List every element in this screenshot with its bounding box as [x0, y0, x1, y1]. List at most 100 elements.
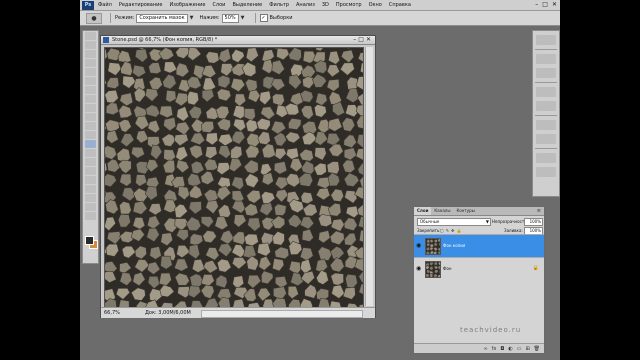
- layers-panel-footer: ∞ fx ◘ ◐ ▭ ⊞ 🗑: [414, 343, 544, 353]
- zoom-tool-icon[interactable]: [85, 212, 96, 220]
- document-size[interactable]: Док: 3,00M/6,00M: [145, 310, 191, 316]
- watermark: teachvideo.ru: [460, 326, 522, 334]
- divider: [535, 82, 557, 83]
- link-layers-icon[interactable]: ∞: [483, 346, 487, 352]
- sample-label: Выборки: [269, 15, 293, 21]
- layer-row[interactable]: ◉ Фон 🔒: [414, 257, 544, 280]
- blur-tool-icon[interactable]: [85, 140, 96, 148]
- layers-panel-icon[interactable]: [536, 153, 556, 163]
- pen-tool-icon[interactable]: [85, 158, 96, 166]
- color-panel-icon[interactable]: [536, 54, 556, 64]
- menu-analysis[interactable]: Анализ: [296, 2, 315, 8]
- brush-tool-icon[interactable]: [85, 95, 96, 103]
- lock-row: Закрепить: ▢✎✥🔒 Заливка: 100%: [414, 225, 544, 235]
- divider: [110, 13, 111, 23]
- menu-layers[interactable]: Слои: [212, 2, 225, 8]
- shape-tool-icon[interactable]: [85, 185, 96, 193]
- photoshop-window: Ps Файл Редактирование Изображение Слои …: [80, 0, 560, 360]
- layer-thumbnail: [425, 238, 441, 255]
- adjustment-layer-icon[interactable]: ◐: [508, 346, 512, 352]
- tools-preset-icon[interactable]: [536, 35, 556, 45]
- menu-view[interactable]: Просмотр: [336, 2, 362, 8]
- new-layer-icon[interactable]: ⊞: [525, 346, 529, 352]
- document-icon: [103, 37, 109, 43]
- divider: [535, 49, 557, 50]
- eyedropper-tool-icon[interactable]: [85, 77, 96, 85]
- dodge-tool-icon[interactable]: [85, 149, 96, 157]
- 3d-rotate-tool-icon[interactable]: [85, 194, 96, 202]
- horizontal-scrollbar[interactable]: [201, 310, 363, 318]
- foreground-color-swatch[interactable]: [85, 236, 94, 245]
- history-panel-icon[interactable]: [536, 120, 556, 130]
- vertical-scrollbar[interactable]: [365, 47, 373, 306]
- lasso-tool-icon[interactable]: [85, 50, 96, 58]
- image-canvas[interactable]: [104, 47, 364, 308]
- document-titlebar[interactable]: Stone.psd @ 66,7% (Фон копия, RGB/8) * –…: [101, 36, 375, 45]
- lock-icon: 🔒: [532, 265, 539, 271]
- mode-dropdown[interactable]: Сохранить мазок: [136, 13, 188, 23]
- photoshop-logo: Ps: [82, 0, 94, 10]
- chevron-down-icon[interactable]: ▼: [190, 15, 194, 21]
- blend-mode-value: Обычные: [420, 219, 440, 224]
- channels-panel-icon[interactable]: [536, 167, 556, 177]
- eye-icon[interactable]: ◉: [416, 265, 421, 272]
- layer-name: Фон: [443, 266, 452, 271]
- type-tool-icon[interactable]: [85, 167, 96, 175]
- eraser-tool-icon[interactable]: [85, 122, 96, 130]
- delete-layer-icon[interactable]: 🗑: [534, 346, 540, 352]
- sample-checkbox[interactable]: ✓: [259, 14, 268, 22]
- layer-style-icon[interactable]: fx: [492, 346, 497, 352]
- document-window-controls[interactable]: –□✕: [353, 36, 373, 44]
- layer-thumbnail: [425, 261, 441, 278]
- masks-panel-icon[interactable]: [536, 101, 556, 111]
- tab-layers[interactable]: Слои: [414, 207, 432, 215]
- actions-panel-icon[interactable]: [536, 134, 556, 144]
- chevron-down-icon[interactable]: ▼: [241, 15, 245, 21]
- collapsed-panels-dock: [532, 30, 560, 197]
- healing-brush-tool-icon[interactable]: [85, 86, 96, 94]
- menu-select[interactable]: Выделение: [232, 2, 262, 8]
- crop-tool-icon[interactable]: [85, 68, 96, 76]
- pressure-label: Нажим:: [199, 15, 220, 21]
- panel-menu-icon[interactable]: ≡: [537, 207, 544, 215]
- eye-icon[interactable]: ◉: [416, 242, 421, 249]
- new-group-icon[interactable]: ▭: [517, 346, 522, 352]
- adjustments-panel-icon[interactable]: [536, 87, 556, 97]
- hand-tool-icon[interactable]: [85, 203, 96, 211]
- lock-buttons[interactable]: ▢✎✥🔒: [440, 227, 463, 234]
- maximize-icon[interactable]: □: [542, 1, 548, 9]
- divider: [254, 13, 256, 23]
- menu-bar: Ps Файл Редактирование Изображение Слои …: [80, 0, 560, 11]
- document-statusbar: 66,7% Док: 3,00M/6,00M: [101, 307, 375, 318]
- opacity-label: Непрозрачность:: [492, 219, 528, 224]
- quick-select-tool-icon[interactable]: [85, 59, 96, 67]
- swatches-panel-icon[interactable]: [536, 68, 556, 78]
- document-title: Stone.psd @ 66,7% (Фон копия, RGB/8) *: [112, 37, 218, 43]
- gradient-tool-icon[interactable]: [85, 131, 96, 139]
- menu-help[interactable]: Справка: [389, 2, 411, 8]
- tab-channels[interactable]: Каналы: [431, 207, 453, 215]
- minimize-icon[interactable]: –: [535, 1, 538, 9]
- menu-3d[interactable]: 3D: [322, 2, 329, 8]
- blend-row: Обычные ▼ Непрозрачность: 100%: [414, 216, 544, 226]
- marquee-tool-icon[interactable]: [85, 41, 96, 49]
- menu-edit[interactable]: Редактирование: [119, 2, 163, 8]
- zoom-level[interactable]: 66,7%: [104, 310, 120, 316]
- tab-paths[interactable]: Контуры: [454, 207, 478, 215]
- menu-file[interactable]: Файл: [98, 2, 112, 8]
- menu-window[interactable]: Окно: [369, 2, 382, 8]
- pressure-input[interactable]: 50%: [221, 13, 239, 23]
- move-tool-icon[interactable]: [85, 32, 96, 40]
- menu-image[interactable]: Изображение: [169, 2, 205, 8]
- path-selection-tool-icon[interactable]: [85, 176, 96, 184]
- menu-filter[interactable]: Фильтр: [269, 2, 289, 8]
- clone-stamp-tool-icon[interactable]: [85, 104, 96, 112]
- document-window: Stone.psd @ 66,7% (Фон копия, RGB/8) * –…: [100, 35, 376, 318]
- layer-row[interactable]: ◉ Фон копия: [414, 234, 544, 257]
- tool-preset-picker[interactable]: ●: [86, 12, 102, 24]
- divider: [535, 148, 557, 149]
- history-brush-tool-icon[interactable]: [85, 113, 96, 121]
- lock-label: Закрепить:: [417, 228, 441, 233]
- close-icon[interactable]: ✕: [552, 1, 557, 9]
- add-mask-icon[interactable]: ◘: [500, 346, 504, 352]
